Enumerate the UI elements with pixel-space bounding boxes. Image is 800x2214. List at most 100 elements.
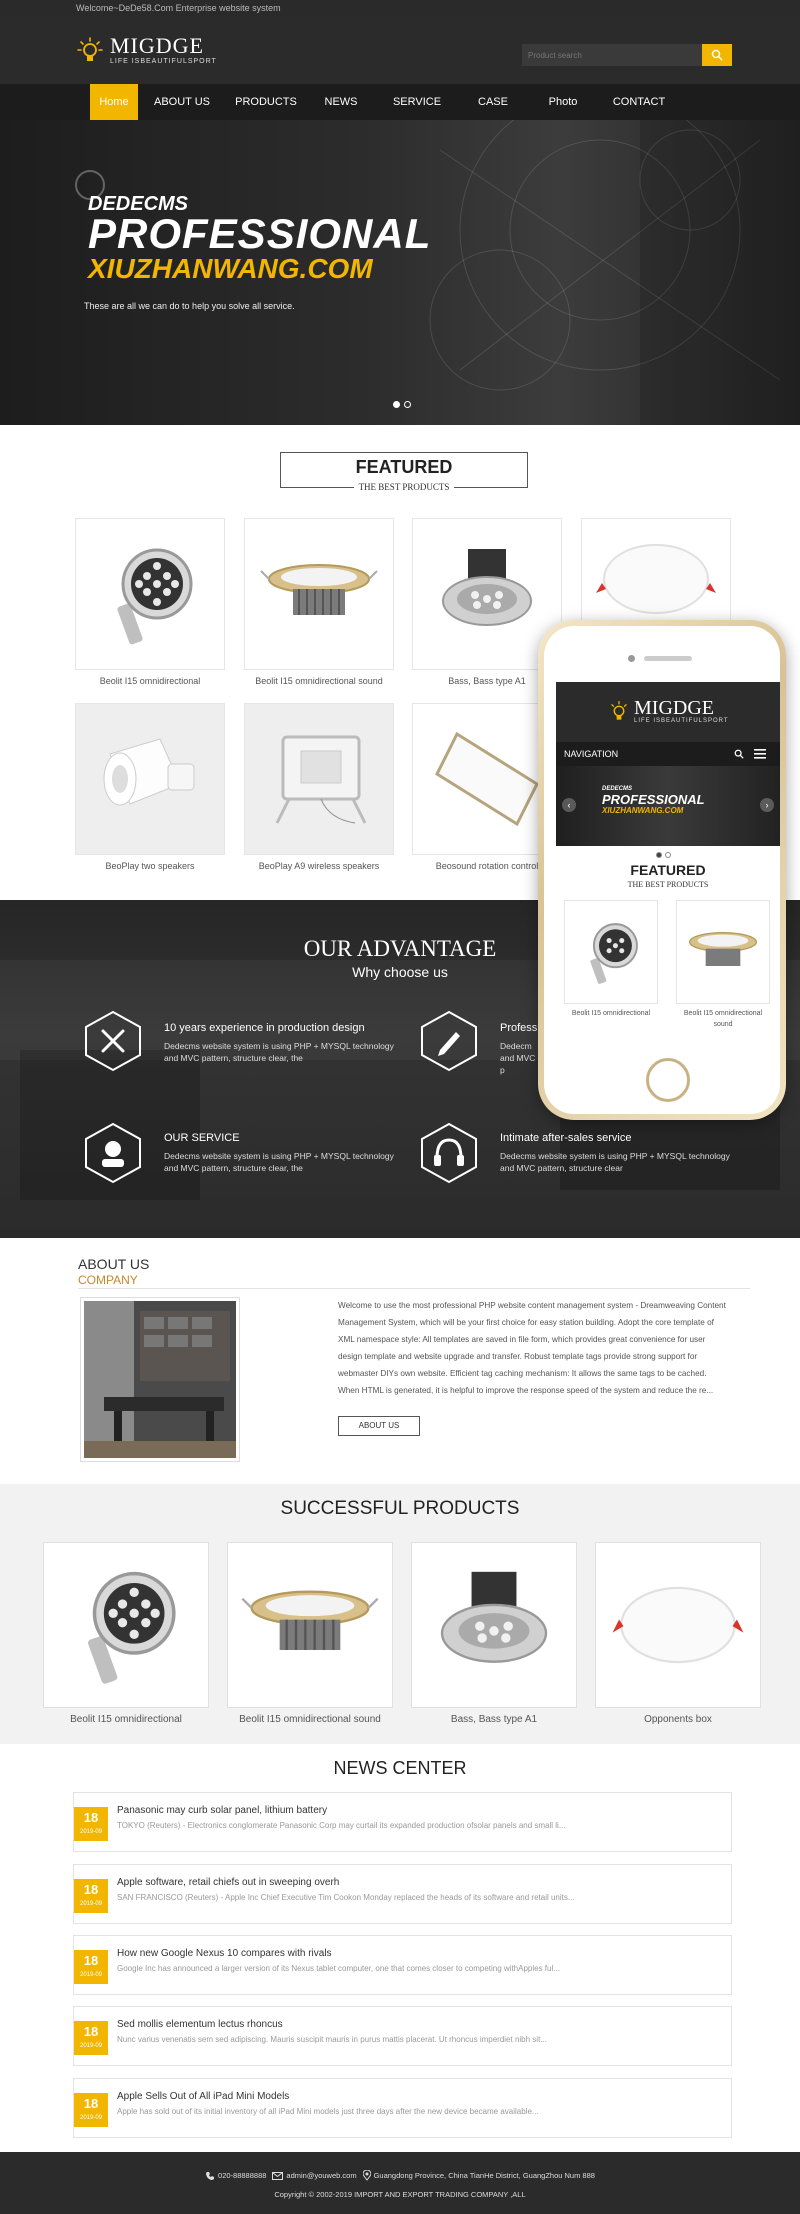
footer: 020-88888888 admin@youweb.com Guangdong … <box>0 2152 800 2214</box>
success-product-card[interactable] <box>595 1542 761 1708</box>
featured-subtitle: THE BEST PRODUCTS <box>354 482 454 492</box>
product-card[interactable] <box>244 703 394 855</box>
panel-light-image <box>612 1586 744 1664</box>
menu-icon[interactable] <box>754 749 766 759</box>
success-product-label[interactable]: Opponents box <box>595 1714 761 1725</box>
phone-icon <box>206 2171 215 2180</box>
mobile-product-card[interactable] <box>564 900 658 1004</box>
news-item[interactable]: 18 2019-09 Apple Sells Out of All iPad M… <box>73 2078 732 2138</box>
site-logo[interactable]: MIGDGE LIFE ISBEAUTIFULSPORT <box>76 34 217 66</box>
about-subtitle: COMPANY <box>78 1273 138 1287</box>
product-card[interactable] <box>244 518 394 670</box>
mobile-product-label[interactable]: Beolit I15 omnidirectional sound <box>676 1008 770 1030</box>
search-icon[interactable] <box>734 749 744 759</box>
news-summary: Nunc varius venenatis sem sed adipiscing… <box>117 2035 547 2044</box>
news-headline[interactable]: Panasonic may curb solar panel, lithium … <box>117 1805 327 1816</box>
chevron-left-icon[interactable]: ‹ <box>562 798 576 812</box>
success-product-label[interactable]: Bass, Bass type A1 <box>411 1714 577 1725</box>
hero-banner: DEDECMS PROFESSIONAL XIUZHANWANG.COM The… <box>0 120 800 425</box>
news-day: 18 <box>83 1953 99 1968</box>
product-label[interactable]: Beolit I15 omnidirectional <box>75 676 225 686</box>
news-item[interactable]: 18 2019-09 How new Google Nexus 10 compa… <box>73 1935 732 1995</box>
mobile-nav-bar: NAVIGATION <box>556 742 780 766</box>
news-item[interactable]: 18 2019-09 Apple software, retail chiefs… <box>73 1864 732 1924</box>
about-title: ABOUT US <box>78 1256 150 1272</box>
about-us-button[interactable]: ABOUT US <box>338 1416 420 1436</box>
successful-title: SUCCESSFUL PRODUCTS <box>280 1498 520 1519</box>
spotlight-image <box>117 548 193 645</box>
product-label[interactable]: Beolit I15 omnidirectional sound <box>244 676 394 686</box>
advantage-heading: Professi <box>500 1022 540 1034</box>
success-product-card[interactable] <box>43 1542 209 1708</box>
slider-dot-1[interactable] <box>656 852 662 858</box>
search-input[interactable] <box>522 44 702 66</box>
footer-address: Guangdong Province, China TianHe Distric… <box>373 2171 595 2180</box>
advantage-text: Dedecms website system is using PHP + MY… <box>500 1151 730 1173</box>
lightbulb-icon <box>611 700 627 720</box>
mobile-logo[interactable]: MIGDGE LIFE ISBEAUTIFULSPORT <box>608 698 729 724</box>
success-product-label[interactable]: Beolit I15 omnidirectional sound <box>227 1714 393 1725</box>
news-summary: Google Inc has announced a larger versio… <box>117 1964 560 1973</box>
chevron-right-icon[interactable]: › <box>760 798 774 812</box>
news-headline[interactable]: Apple Sells Out of All iPad Mini Models <box>117 2091 289 2102</box>
news-center-title: NEWS CENTER <box>333 1758 467 1778</box>
featured-title: FEATURED <box>355 457 453 477</box>
nav-contact[interactable]: CONTACT <box>598 84 680 120</box>
phone-screen: MIGDGE LIFE ISBEAUTIFULSPORT NAVIGATION … <box>556 682 780 1044</box>
product-card[interactable] <box>75 703 225 855</box>
phone-speaker <box>644 656 692 661</box>
mobile-logo-name: MIGDGE <box>634 697 714 719</box>
nav-home[interactable]: Home <box>90 84 138 120</box>
about-text: Welcome to use the most professional PHP… <box>338 1301 726 1395</box>
mobile-logo-tagline: LIFE ISBEAUTIFULSPORT <box>634 718 729 724</box>
nav-case[interactable]: CASE <box>458 84 528 120</box>
mobile-featured-title: FEATURED <box>630 862 706 878</box>
news-date-badge: 18 2019-09 <box>74 1807 108 1841</box>
support-icon <box>85 1122 141 1184</box>
product-label[interactable]: BeoPlay two speakers <box>75 861 225 871</box>
slider-dot-2[interactable] <box>404 401 411 408</box>
banner-line2: PROFESSIONAL <box>88 210 432 257</box>
mobile-slider-dots <box>656 852 671 858</box>
nav-service[interactable]: SERVICE <box>376 84 458 120</box>
headphones-icon <box>421 1122 477 1184</box>
advantage-text: Dedecm and MVC p <box>500 1041 536 1075</box>
advantage-text: Dedecms website system is using PHP + MY… <box>164 1041 394 1063</box>
product-label[interactable]: BeoPlay A9 wireless speakers <box>244 861 394 871</box>
mobile-product-card[interactable] <box>676 900 770 1004</box>
footer-email[interactable]: admin@youweb.com <box>286 2171 356 2180</box>
news-item[interactable]: 18 2019-09 Panasonic may curb solar pane… <box>73 1792 732 1852</box>
news-day: 18 <box>83 2096 99 2111</box>
news-date-badge: 18 2019-09 <box>74 2093 108 2127</box>
news-headline[interactable]: How new Google Nexus 10 compares with ri… <box>117 1948 332 1959</box>
email-icon <box>272 2171 284 2180</box>
nav-products[interactable]: PRODUCTS <box>226 84 306 120</box>
logo-name: MIGDGE <box>110 32 204 58</box>
slider-dot-1[interactable] <box>393 401 400 408</box>
news-year-month: 2019-09 <box>79 2043 103 2049</box>
product-card[interactable] <box>75 518 225 670</box>
success-product-card[interactable] <box>227 1542 393 1708</box>
news-headline[interactable]: Sed mollis elementum lectus rhoncus <box>117 2019 283 2030</box>
mobile-nav-label[interactable]: NAVIGATION <box>564 742 618 766</box>
phone-home-button <box>646 1058 690 1102</box>
search-box <box>522 44 732 66</box>
news-item[interactable]: 18 2019-09 Sed mollis elementum lectus r… <box>73 2006 732 2066</box>
search-button[interactable] <box>702 44 732 66</box>
panel-frame-image <box>435 731 539 827</box>
news-year-month: 2019-09 <box>79 2115 103 2121</box>
mobile-product-label[interactable]: Beolit I15 omnidirectional <box>564 1008 658 1019</box>
spotlight-image <box>87 1571 176 1684</box>
news-year-month: 2019-09 <box>79 1972 103 1978</box>
nav-about[interactable]: ABOUT US <box>138 84 226 120</box>
nav-photo[interactable]: Photo <box>528 84 598 120</box>
slider-dot-2[interactable] <box>665 852 671 858</box>
header: MIGDGE LIFE ISBEAUTIFULSPORT <box>0 16 800 84</box>
downlight-silver-image <box>440 1571 548 1663</box>
success-product-card[interactable] <box>411 1542 577 1708</box>
welcome-text: Welcome~DeDe58.Com Enterprise website sy… <box>76 3 281 13</box>
success-product-label[interactable]: Beolit I15 omnidirectional <box>43 1714 209 1725</box>
downlight-gold-image <box>260 564 378 615</box>
nav-news[interactable]: NEWS <box>306 84 376 120</box>
news-headline[interactable]: Apple software, retail chiefs out in swe… <box>117 1877 339 1888</box>
